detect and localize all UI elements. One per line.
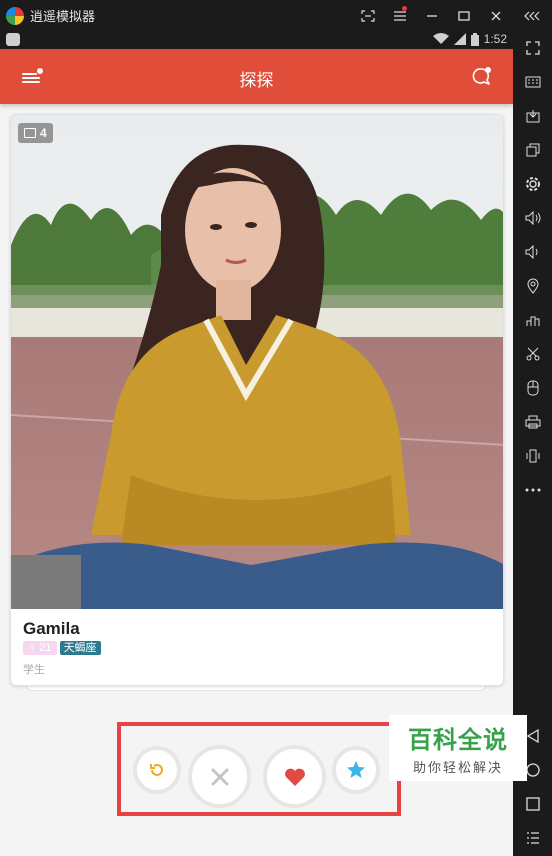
photo-count-badge: 4 — [18, 123, 53, 143]
watermark-sub: 助你轻松解决 — [412, 760, 503, 775]
female-icon: ♀ — [28, 642, 37, 654]
profile-tags: ♀ 21 天蝎座 — [23, 641, 101, 655]
window-controls — [352, 0, 552, 31]
share-icon[interactable] — [513, 307, 552, 333]
notification-dot — [402, 6, 407, 11]
zodiac-tag: 天蝎座 — [59, 641, 101, 655]
apk-icon[interactable] — [513, 103, 552, 129]
superlike-icon — [347, 761, 365, 778]
maximize-icon[interactable] — [448, 0, 480, 31]
print-icon[interactable] — [513, 409, 552, 435]
screenshot-icon[interactable] — [352, 0, 384, 31]
vibrate-icon[interactable] — [513, 443, 552, 469]
location-icon[interactable] — [513, 273, 552, 299]
page-title: 探探 — [239, 71, 274, 90]
app-bar: 探探 — [0, 49, 513, 104]
volume-down-icon[interactable] — [513, 239, 552, 265]
profile-name: Gamila — [23, 619, 80, 638]
photo-count: 4 — [40, 126, 47, 140]
fullscreen-icon[interactable] — [513, 35, 552, 61]
multi-window-icon[interactable] — [513, 137, 552, 163]
shake-icon[interactable] — [513, 375, 552, 401]
collapse-icon[interactable] — [512, 0, 552, 31]
status-time: 1:52 — [483, 32, 507, 46]
keyboard-icon[interactable] — [513, 69, 552, 95]
android-debug-icon — [6, 33, 20, 46]
recents-icon[interactable] — [513, 791, 552, 817]
wifi-icon — [432, 33, 449, 44]
profile-photo[interactable]: 4 — [11, 115, 503, 609]
age-value: 21 — [39, 642, 52, 654]
menu-icon[interactable] — [384, 0, 416, 31]
image-icon — [24, 128, 36, 138]
status-bar: 1:52 — [0, 31, 513, 49]
profile-photo-image — [11, 115, 503, 609]
watermark: 百科全说 助你轻松解决 — [389, 715, 527, 781]
age-tag: ♀ 21 — [23, 641, 57, 655]
superlike-button[interactable] — [332, 746, 380, 794]
list-icon[interactable] — [513, 825, 552, 851]
chat-icon[interactable] — [471, 65, 493, 87]
emulator-titlebar: 逍遥模拟器 — [0, 0, 552, 31]
minimize-icon[interactable] — [416, 0, 448, 31]
volume-up-icon[interactable] — [513, 205, 552, 231]
like-icon — [284, 768, 305, 786]
battery-icon — [470, 32, 479, 46]
occupation: 学生 — [23, 664, 45, 676]
signal-icon — [453, 33, 466, 45]
profile-card[interactable]: 4 Gamila ♀ 21 天蝎座 学生 — [10, 114, 504, 686]
like-button[interactable] — [263, 745, 326, 808]
pass-button[interactable] — [188, 745, 251, 808]
undo-button[interactable] — [133, 746, 181, 794]
more-icon[interactable] — [513, 477, 552, 503]
emulator-logo-icon — [6, 6, 24, 25]
scissors-icon[interactable] — [513, 341, 552, 367]
settings-icon[interactable] — [513, 171, 552, 197]
pass-icon — [211, 768, 228, 785]
watermark-main: 百科全说 — [408, 727, 508, 754]
emulator-title: 逍遥模拟器 — [30, 9, 96, 24]
undo-icon — [150, 764, 163, 776]
close-icon[interactable] — [480, 0, 512, 31]
